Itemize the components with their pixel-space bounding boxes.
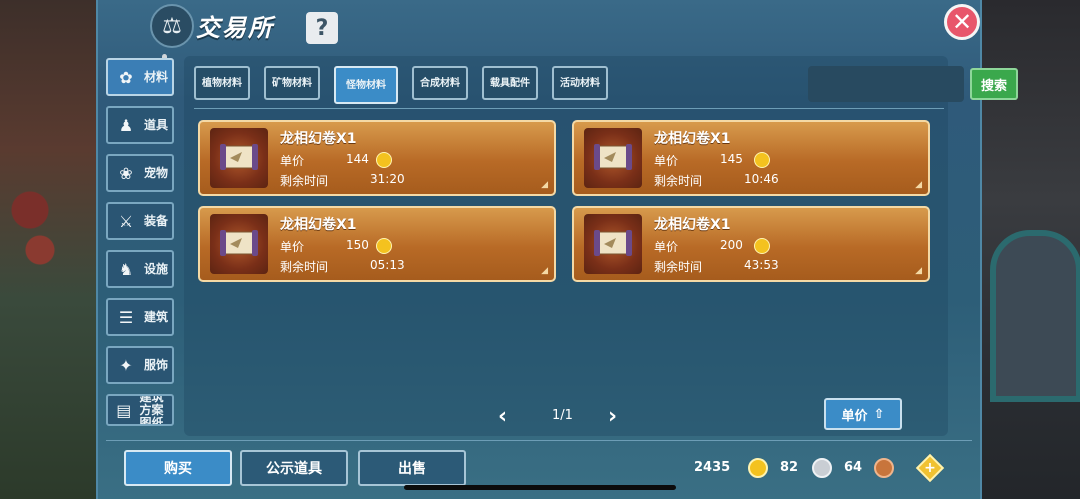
corner-mark-icon: ◢ [915, 180, 922, 190]
sort-arrow-icon: ⇧ [873, 406, 885, 422]
sidebar-item-pets[interactable]: ❀ 宠物 [106, 154, 174, 192]
sort-by-price-button[interactable]: 单价 ⇧ [824, 398, 902, 430]
gold-coin-icon [754, 152, 770, 168]
time-label: 剩余时间 [280, 260, 329, 274]
sell-tab-button[interactable]: 出售 [358, 450, 466, 486]
gold-coin-icon [754, 238, 770, 254]
corner-mark-icon: ◢ [541, 266, 548, 276]
copper-coin-icon [874, 458, 894, 478]
time-remaining: 31:20 [370, 172, 405, 186]
corner-mark-icon: ◢ [915, 266, 922, 276]
sidebar-item-label: 道具 [144, 117, 169, 132]
scroll-item-icon [584, 214, 642, 274]
tab-vehicle-parts[interactable]: 载具配件 [482, 66, 538, 100]
search-input[interactable] [808, 66, 964, 102]
time-remaining: 43:53 [744, 258, 779, 272]
listing-card[interactable]: 龙相幻卷X1 单价 200 剩余时间 43:53 ◢ [572, 206, 930, 282]
tab-monster-materials[interactable]: 怪物材料 [334, 66, 398, 104]
sidebar-item-facilities[interactable]: ♞ 设施 [106, 250, 174, 288]
tab-plant-materials[interactable]: 植物材料 [194, 66, 250, 100]
item-name: 龙相幻卷X1 [280, 217, 357, 233]
sort-label: 单价 [841, 408, 868, 424]
listing-card[interactable]: 龙相幻卷X1 单价 145 剩余时间 10:46 ◢ [572, 120, 930, 196]
category-sidebar: ✿ 材料 ♟ 道具 ❀ 宠物 ⚔ 装备 ♞ 设施 ☰ 建筑 ✦ 服饰 ▤ 建筑方 [106, 58, 178, 436]
sidebar-item-label: 建筑方案图纸 [139, 394, 164, 426]
plus-icon: + [924, 460, 936, 476]
tab-event-materials[interactable]: 活动材料 [552, 66, 608, 100]
equipment-icon: ⚔ [118, 211, 134, 231]
materials-icon: ✿ [119, 67, 133, 87]
gold-coin-icon [376, 238, 392, 254]
sidebar-item-label: 装备 [144, 213, 169, 228]
sidebar-item-clothing[interactable]: ✦ 服饰 [106, 346, 174, 384]
price-value: 200 [720, 238, 743, 252]
paw-icon: ❀ [119, 163, 133, 183]
scroll-item-icon [210, 214, 268, 274]
sidebar-item-materials[interactable]: ✿ 材料 [106, 58, 174, 96]
scale-icon: ⚖ [150, 4, 194, 48]
price-label: 单价 [654, 154, 679, 168]
price-label: 单价 [280, 240, 305, 254]
clothing-icon: ✦ [119, 355, 133, 375]
public-items-tab-button[interactable]: 公示道具 [240, 450, 348, 486]
price-value: 145 [720, 152, 743, 166]
divider [106, 440, 972, 441]
home-indicator[interactable] [404, 485, 676, 490]
price-value: 150 [346, 238, 369, 252]
item-name: 龙相幻卷X1 [280, 131, 357, 147]
sidebar-item-buildings[interactable]: ☰ 建筑 [106, 298, 174, 336]
game-world-background-left [0, 0, 110, 499]
silver-amount: 82 [780, 460, 799, 475]
sidebar-item-label: 服饰 [144, 357, 169, 372]
next-page-button[interactable]: › [608, 404, 617, 429]
facility-icon: ♞ [118, 259, 134, 279]
add-currency-button[interactable]: + [915, 453, 945, 483]
gold-coin-icon [376, 152, 392, 168]
time-label: 剩余时间 [280, 174, 329, 188]
scroll-item-icon [210, 128, 268, 188]
sidebar-item-equipment[interactable]: ⚔ 装备 [106, 202, 174, 240]
building-window [990, 230, 1080, 402]
copper-amount: 64 [844, 460, 863, 475]
building-icon: ☰ [118, 307, 134, 327]
sidebar-item-items[interactable]: ♟ 道具 [106, 106, 174, 144]
sidebar-item-label: 材料 [144, 69, 169, 84]
price-value: 144 [346, 152, 369, 166]
price-label: 单价 [280, 154, 305, 168]
close-button[interactable]: ✕ [944, 4, 980, 40]
listing-card[interactable]: 龙相幻卷X1 单价 144 剩余时间 31:20 ◢ [198, 120, 556, 196]
search-button[interactable]: 搜索 [970, 68, 1018, 100]
price-label: 单价 [654, 240, 679, 254]
gold-coin-icon [748, 458, 768, 478]
listings-area: 植物材料 矿物材料 怪物材料 合成材料 载具配件 活动材料 搜索 龙相幻卷X1 … [184, 56, 1018, 436]
corner-mark-icon: ◢ [541, 180, 548, 190]
item-icon: ♟ [118, 115, 134, 135]
tab-crafting-materials[interactable]: 合成材料 [412, 66, 468, 100]
sidebar-item-label: 设施 [144, 261, 169, 276]
tab-mineral-materials[interactable]: 矿物材料 [264, 66, 320, 100]
buy-tab-button[interactable]: 购买 [124, 450, 232, 486]
exchange-panel: ⚖ 交易所 ? ✿ 材料 ♟ 道具 ❀ 宠物 ⚔ 装备 ♞ 设施 ☰ 建筑 ✦ … [96, 0, 1018, 499]
divider [194, 108, 944, 109]
sidebar-item-label: 宠物 [144, 165, 169, 180]
listing-card[interactable]: 龙相幻卷X1 单价 150 剩余时间 05:13 ◢ [198, 206, 556, 282]
time-remaining: 10:46 [744, 172, 779, 186]
sidebar-item-label: 建筑 [144, 309, 169, 324]
page-indicator: 1/1 [552, 408, 573, 423]
scroll-item-icon [584, 128, 642, 188]
time-label: 剩余时间 [654, 174, 703, 188]
item-name: 龙相幻卷X1 [654, 131, 731, 147]
item-name: 龙相幻卷X1 [654, 217, 731, 233]
time-remaining: 05:13 [370, 258, 405, 272]
page-title: 交易所 [196, 14, 274, 42]
gold-amount: 2435 [694, 460, 731, 475]
prev-page-button[interactable]: ‹ [498, 404, 507, 429]
time-label: 剩余时间 [654, 260, 703, 274]
blueprint-icon: ▤ [116, 400, 132, 420]
help-button[interactable]: ? [306, 12, 338, 44]
silver-coin-icon [812, 458, 832, 478]
header: ⚖ 交易所 ? [98, 0, 980, 50]
sidebar-item-blueprints[interactable]: ▤ 建筑方案图纸 [106, 394, 174, 426]
